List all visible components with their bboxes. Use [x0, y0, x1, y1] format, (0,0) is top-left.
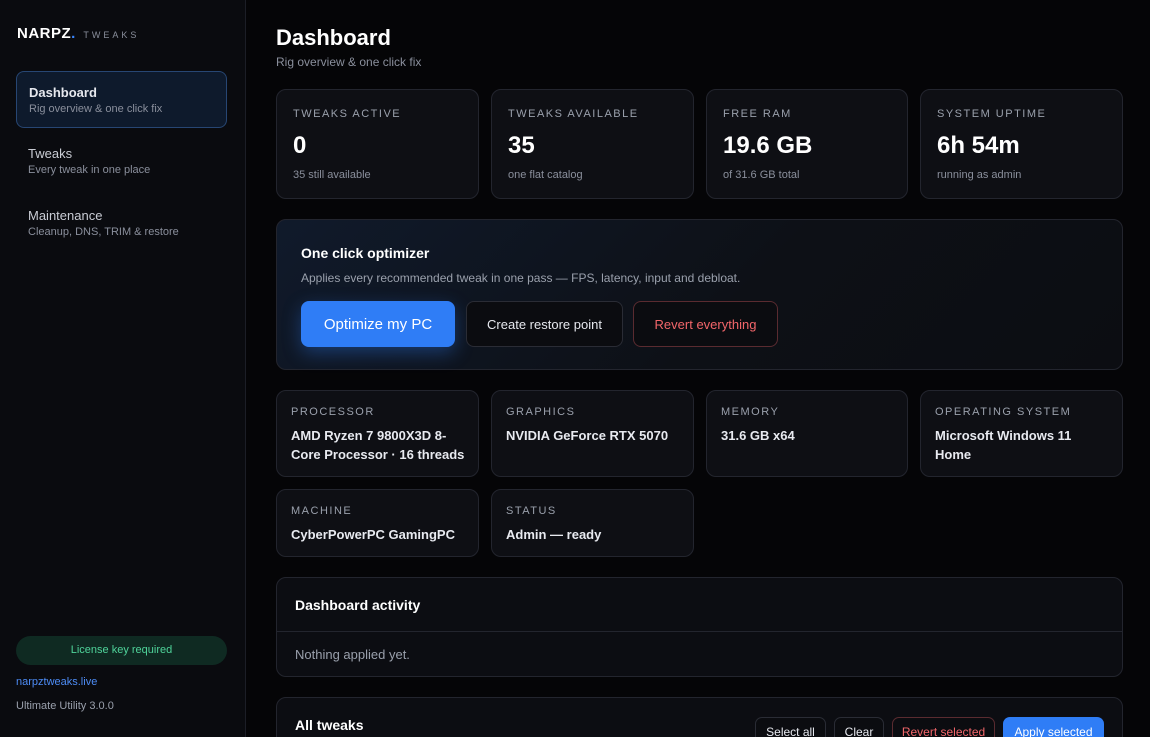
stat-card-system-uptime: SYSTEM UPTIME 6h 54m running as admin — [920, 89, 1123, 199]
info-label: MACHINE — [291, 505, 353, 517]
create-restore-point-button[interactable]: Create restore point — [466, 301, 623, 347]
optimize-my-pc-button[interactable]: Optimize my PC — [301, 301, 455, 347]
stat-sublabel: 35 still available — [293, 169, 371, 181]
info-label: OPERATING SYSTEM — [935, 406, 1072, 418]
dashboard-activity-panel: Dashboard activity Nothing applied yet. — [276, 577, 1123, 677]
sidebar-item-sublabel: Cleanup, DNS, TRIM & restore — [28, 226, 179, 238]
select-all-button[interactable]: Select all — [755, 717, 826, 737]
stat-value: 35 — [508, 132, 535, 159]
activity-title: Dashboard activity — [295, 597, 421, 613]
optimizer-description: Applies every recommended tweak in one p… — [301, 271, 741, 285]
info-label: GRAPHICS — [506, 406, 576, 418]
all-tweaks-title: All tweaks — [295, 717, 364, 733]
brand-logo: NARPZ. TWEAKS — [17, 25, 139, 42]
one-click-optimizer-panel: One click optimizer Applies every recomm… — [276, 219, 1123, 370]
stat-value: 6h 54m — [937, 132, 1020, 159]
sidebar-item-tweaks[interactable]: Tweaks Every tweak in one place — [16, 133, 227, 190]
sidebar-item-sublabel: Every tweak in one place — [28, 164, 151, 176]
stat-label: FREE RAM — [723, 108, 792, 120]
stat-label: SYSTEM UPTIME — [937, 108, 1047, 120]
stat-label: TWEAKS AVAILABLE — [508, 108, 639, 120]
page-title: Dashboard — [276, 25, 391, 50]
sidebar-item-maintenance[interactable]: Maintenance Cleanup, DNS, TRIM & restore — [16, 195, 227, 252]
info-card-machine: MACHINE CyberPowerPC GamingPC — [276, 489, 479, 557]
sidebar-item-label: Dashboard — [29, 85, 97, 100]
sidebar-item-dashboard[interactable]: Dashboard Rig overview & one click fix — [16, 71, 227, 128]
info-value: 31.6 GB x64 — [721, 428, 795, 443]
brand-subtitle: TWEAKS — [83, 30, 140, 40]
info-value: NVIDIA GeForce RTX 5070 — [506, 428, 669, 443]
info-label: STATUS — [506, 505, 557, 517]
optimizer-title: One click optimizer — [301, 245, 430, 261]
sidebar-item-sublabel: Rig overview & one click fix — [29, 103, 163, 115]
info-value: Admin — ready — [506, 527, 602, 542]
website-link[interactable]: narpztweaks.live — [16, 676, 97, 688]
stat-sublabel: of 31.6 GB total — [723, 169, 800, 181]
page-subtitle: Rig overview & one click fix — [276, 55, 422, 69]
stat-card-tweaks-available: TWEAKS AVAILABLE 35 one flat catalog — [491, 89, 694, 199]
info-label: MEMORY — [721, 406, 780, 418]
stat-sublabel: one flat catalog — [508, 169, 583, 181]
info-card-graphics: GRAPHICS NVIDIA GeForce RTX 5070 — [491, 390, 694, 477]
info-label: PROCESSOR — [291, 406, 375, 418]
stat-sublabel: running as admin — [937, 169, 1022, 181]
sidebar-item-label: Maintenance — [28, 208, 103, 223]
stat-value: 0 — [293, 132, 307, 159]
info-card-operating-system: OPERATING SYSTEM Microsoft Windows 11 Ho… — [920, 390, 1123, 477]
stat-card-free-ram: FREE RAM 19.6 GB of 31.6 GB total — [706, 89, 908, 199]
revert-everything-button[interactable]: Revert everything — [633, 301, 778, 347]
sidebar: NARPZ. TWEAKS Dashboard Rig overview & o… — [0, 0, 246, 737]
stat-value: 19.6 GB — [723, 132, 813, 159]
info-card-memory: MEMORY 31.6 GB x64 — [706, 390, 908, 477]
info-card-processor: PROCESSOR AMD Ryzen 7 9800X3D 8-Core Pro… — [276, 390, 479, 477]
info-value: AMD Ryzen 7 9800X3D 8-Core Processor · 1… — [291, 428, 465, 462]
brand-name: NARPZ — [17, 25, 72, 42]
license-badge[interactable]: License key required — [16, 636, 227, 665]
sidebar-item-label: Tweaks — [28, 146, 73, 161]
info-value: CyberPowerPC GamingPC — [291, 527, 455, 542]
all-tweaks-panel: All tweaks Select all Clear Revert selec… — [276, 697, 1123, 737]
brand-dot: . — [71, 25, 76, 42]
stat-card-tweaks-active: TWEAKS ACTIVE 0 35 still available — [276, 89, 479, 199]
activity-empty-text: Nothing applied yet. — [295, 647, 410, 662]
info-value: Microsoft Windows 11 Home — [935, 428, 1072, 462]
revert-selected-button[interactable]: Revert selected — [892, 717, 995, 737]
main-content: Dashboard Rig overview & one click fix T… — [246, 0, 1150, 737]
version-text: Ultimate Utility 3.0.0 — [16, 700, 114, 712]
clear-button[interactable]: Clear — [834, 717, 884, 737]
divider — [277, 631, 1122, 632]
stat-label: TWEAKS ACTIVE — [293, 108, 402, 120]
apply-selected-button[interactable]: Apply selected — [1003, 717, 1104, 737]
info-card-status: STATUS Admin — ready — [491, 489, 694, 557]
